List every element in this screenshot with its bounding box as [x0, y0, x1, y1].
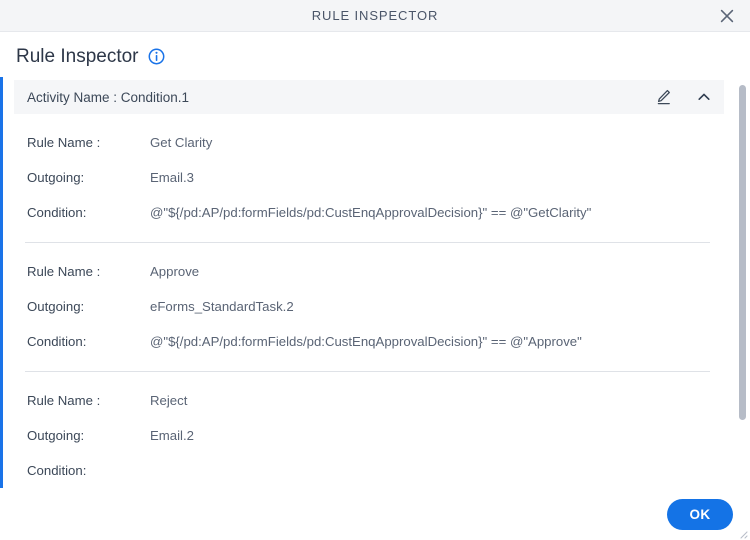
- chevron-up-icon[interactable]: [694, 87, 714, 107]
- dialog-footer: OK: [0, 488, 750, 540]
- dialog-title: RULE INSPECTOR: [311, 8, 439, 23]
- accordion-actions: [654, 87, 714, 107]
- rule-block: Rule Name : Reject Outgoing: Email.2 Con…: [3, 372, 750, 478]
- condition-label: Condition:: [27, 463, 87, 478]
- rule-block: Rule Name : Get Clarity Outgoing: Email.…: [3, 114, 750, 220]
- rule-name-row: Rule Name : Approve: [14, 264, 724, 279]
- condition-row: Condition: @"${/pd:AP/pd:formFields/pd:C…: [14, 205, 724, 220]
- outgoing-value: eForms_StandardTask.2: [150, 299, 294, 314]
- condition-value: @"${/pd:AP/pd:formFields/pd:CustEnqAppro…: [150, 334, 582, 349]
- dialog-titlebar: RULE INSPECTOR: [0, 0, 750, 32]
- rules-scroll-viewport: Activity Name : Condition.1 Rule Name: …: [0, 77, 750, 488]
- activity-accordion-header[interactable]: Activity Name : Condition.1: [14, 80, 724, 114]
- outgoing-row: Outgoing: Email.2: [14, 428, 724, 443]
- page-heading-row: Rule Inspector: [0, 32, 750, 77]
- pencil-edit-icon[interactable]: [654, 87, 674, 107]
- info-icon[interactable]: [148, 48, 165, 65]
- rules-scroll-content: Activity Name : Condition.1 Rule Name: …: [3, 77, 750, 488]
- outgoing-label: Outgoing:: [27, 170, 85, 185]
- rule-name-label: Rule Name :: [27, 135, 101, 150]
- outgoing-value: Email.2: [150, 428, 194, 443]
- outgoing-value: Email.3: [150, 170, 194, 185]
- rule-name-row: Rule Name : Reject: [14, 393, 724, 408]
- resize-handle[interactable]: [736, 526, 748, 539]
- rule-name-row: Rule Name : Get Clarity: [14, 135, 724, 150]
- rule-name-value: Get Clarity: [150, 135, 213, 150]
- scrollbar-thumb[interactable]: [739, 85, 746, 420]
- condition-row: Condition:: [14, 463, 724, 478]
- outgoing-row: Outgoing: Email.3: [14, 170, 724, 185]
- condition-value: @"${/pd:AP/pd:formFields/pd:CustEnqAppro…: [150, 205, 592, 220]
- rule-name-label: Rule Name :: [27, 393, 101, 408]
- ok-button[interactable]: OK: [667, 498, 733, 530]
- outgoing-label: Outgoing:: [27, 428, 85, 443]
- condition-label: Condition:: [27, 205, 87, 220]
- close-icon[interactable]: [714, 3, 740, 29]
- rule-name-value: Approve: [150, 264, 200, 279]
- outgoing-row: Outgoing: eForms_StandardTask.2: [14, 299, 724, 314]
- condition-row: Condition: @"${/pd:AP/pd:formFields/pd:C…: [14, 334, 724, 349]
- rule-name-value: Reject: [150, 393, 188, 408]
- rule-inspector-dialog: RULE INSPECTOR Rule Inspector Activity N…: [0, 0, 750, 540]
- activity-name-label: Activity Name : Condition.1: [27, 89, 190, 105]
- page-title: Rule Inspector: [16, 46, 139, 67]
- condition-label: Condition:: [27, 334, 87, 349]
- rule-name-label: Rule Name :: [27, 264, 101, 279]
- outgoing-label: Outgoing:: [27, 299, 85, 314]
- rule-block: Rule Name : Approve Outgoing: eForms_Sta…: [3, 243, 750, 349]
- vertical-scrollbar[interactable]: [739, 77, 746, 488]
